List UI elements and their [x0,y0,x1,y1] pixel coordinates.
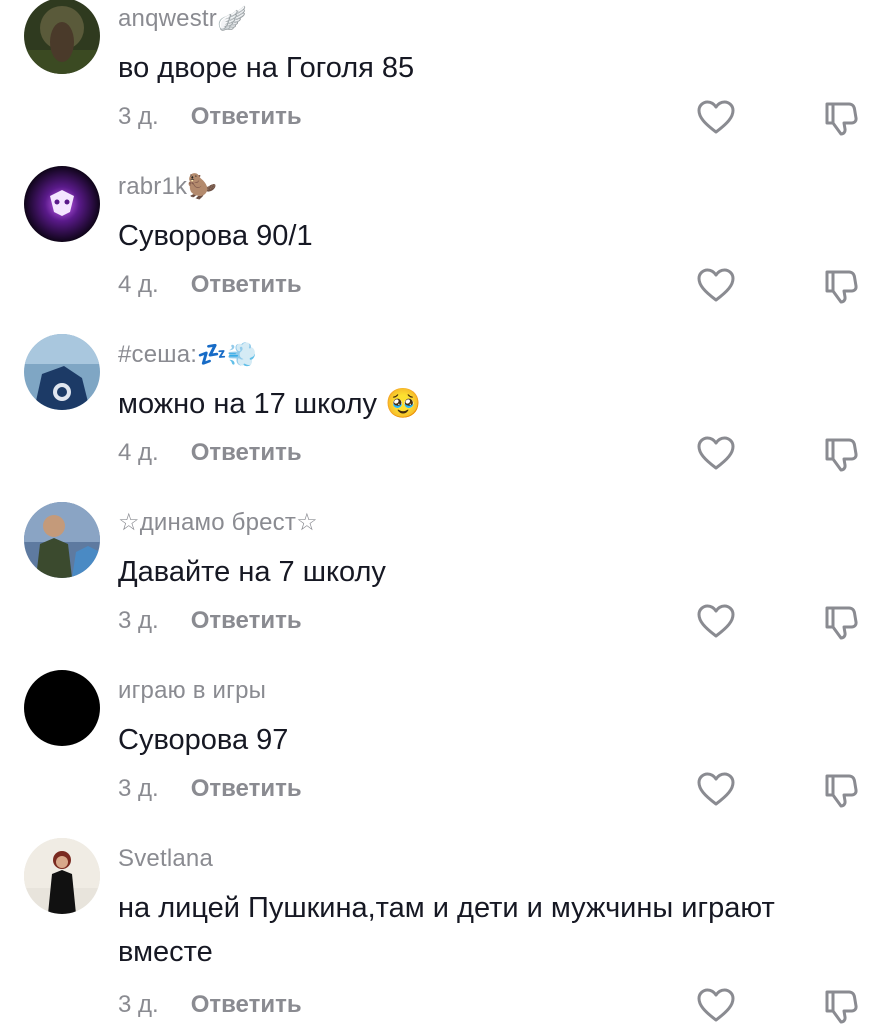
username-text: ☆динамо брест☆ [118,509,318,536]
reply-button[interactable]: Ответить [191,775,302,802]
heart-icon [697,436,735,470]
dislike-button[interactable] [818,96,862,140]
avatar[interactable] [24,334,100,410]
heart-icon [697,100,735,134]
avatar[interactable] [24,670,100,746]
username-text: #сеша: [118,341,198,368]
comment-username[interactable]: Svetlana [118,844,213,874]
comment-meta: 3 д. Ответить [118,990,302,1020]
thumbs-down-icon [825,606,858,640]
dislike-button[interactable] [818,432,862,476]
comment-text: на лицей Пушкина,там и дети и мужчины иг… [118,892,775,968]
thumbs-down-icon [825,270,858,304]
comment-text: можно на 17 школу 🥹 [118,382,858,426]
comment-text: Давайте на 7 школу [118,556,386,588]
comment-username[interactable]: anqwestr🪽 [118,4,247,35]
comment-text: во дворе на Гоголя 85 [118,52,415,84]
username-text: anqwestr [118,5,217,32]
dislike-button[interactable] [818,984,862,1028]
username-text: Svetlana [118,845,213,872]
comment-time: 3 д. [118,607,159,634]
like-button[interactable] [694,432,738,476]
like-button[interactable] [694,96,738,140]
reply-button[interactable]: Ответить [191,991,302,1018]
heart-icon [697,988,735,1022]
sleep-icon: 💤💨 [197,341,258,369]
comment-time: 3 д. [118,775,159,802]
thumbs-down-icon [825,774,858,808]
reply-button[interactable]: Ответить [191,271,302,298]
heart-icon [697,268,735,302]
avatar[interactable] [24,838,100,914]
comment-username[interactable]: #сеша:💤💨 [118,340,257,371]
reply-button[interactable]: Ответить [191,103,302,130]
beaver-icon: 🦫 [187,173,218,201]
avatar[interactable] [24,0,100,74]
thumbs-down-icon [825,438,858,472]
comment-username[interactable]: ☆динамо брест☆ [118,508,318,538]
like-button[interactable] [694,768,738,812]
thumbs-down-icon [825,990,858,1024]
comment-meta: 4 д. Ответить [118,270,302,300]
wing-icon: 🪽 [216,5,248,33]
avatar[interactable] [24,502,100,578]
heart-icon [697,604,735,638]
comment-meta: 4 д. Ответить [118,438,302,468]
dislike-button[interactable] [818,264,862,308]
dislike-button[interactable] [818,600,862,644]
comment-time: 3 д. [118,991,159,1018]
comment-text: Суворова 97 [118,724,289,756]
reply-button[interactable]: Ответить [191,439,302,466]
comment-username[interactable]: играю в игры [118,676,266,706]
comment-meta: 3 д. Ответить [118,774,302,804]
pleading-face-icon: 🥹 [385,388,422,420]
reply-button[interactable]: Ответить [191,607,302,634]
comment-text-body: можно на 17 школу [118,388,378,420]
avatar[interactable] [24,166,100,242]
comment-username[interactable]: rabr1k🦫 [118,172,217,203]
username-text: rabr1k [118,173,188,200]
username-text: играю в игры [118,677,267,704]
comment-time: 3 д. [118,103,159,130]
like-button[interactable] [694,264,738,308]
like-button[interactable] [694,600,738,644]
comment-time: 4 д. [118,439,159,466]
comment-meta: 3 д. Ответить [118,102,302,132]
like-button[interactable] [694,984,738,1028]
thumbs-down-icon [825,102,858,136]
heart-icon [697,772,735,806]
dislike-button[interactable] [818,768,862,812]
comment-meta: 3 д. Ответить [118,606,302,636]
comment-time: 4 д. [118,271,159,298]
comment-text: Суворова 90/1 [118,220,313,252]
